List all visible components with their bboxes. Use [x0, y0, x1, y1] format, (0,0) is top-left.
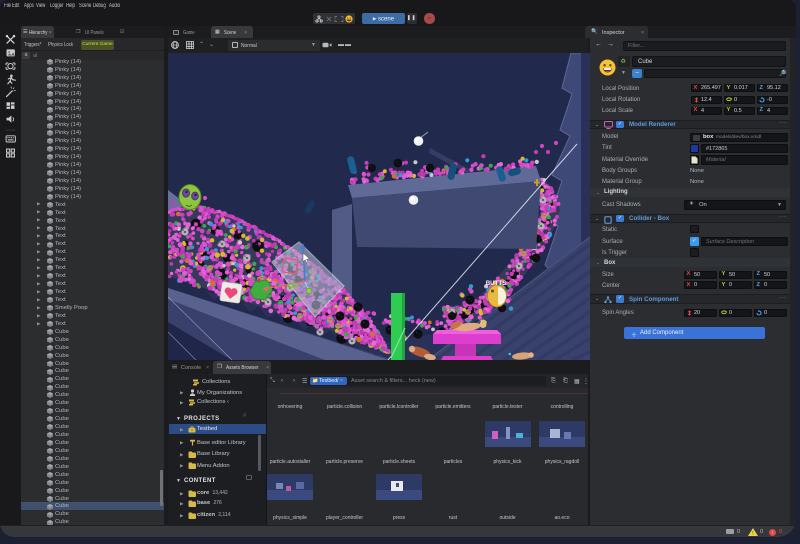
svg-text:BUTTS: BUTTS [486, 280, 507, 287]
svg-text:!: ! [752, 531, 753, 536]
